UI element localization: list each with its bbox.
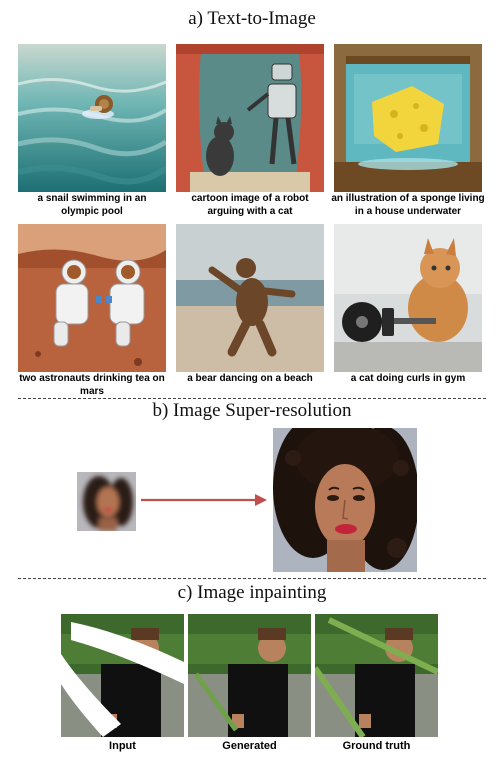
label-input: Input	[109, 740, 136, 752]
super-resolution-arrow	[141, 492, 267, 508]
section-c-title: c) Image inpainting	[177, 582, 327, 603]
section-b-title: b) Image Super-resolution	[152, 400, 352, 421]
section-a-title: a) Text-to-Image	[188, 8, 316, 29]
cat-gym-image	[334, 224, 482, 372]
super-resolved-output-image	[273, 428, 417, 572]
inpainting-input-image	[61, 614, 184, 737]
inpainting-generated-image	[188, 614, 311, 737]
sponge-house-image	[334, 44, 482, 192]
caption-bear: a bear dancing on a beach	[187, 373, 313, 384]
inpainting-ground-truth-image	[315, 614, 438, 737]
caption-astronauts: two astronauts drinking tea on mars	[19, 373, 165, 397]
section-divider-1	[18, 398, 486, 399]
label-ground-truth: Ground truth	[342, 740, 411, 752]
caption-sponge: an illustration of a sponge living in a …	[331, 193, 485, 217]
robot-cat-image	[176, 44, 324, 192]
low-resolution-input-image	[77, 472, 136, 531]
caption-cat-gym: a cat doing curls in gym	[350, 373, 466, 384]
caption-snail: a snail swimming in an olympic pool	[37, 193, 147, 217]
astronauts-mars-image	[18, 224, 166, 372]
snail-pool-image	[18, 44, 166, 192]
section-divider-2	[18, 578, 486, 579]
label-generated: Generated	[222, 740, 277, 752]
bear-beach-image	[176, 224, 324, 372]
caption-robot-cat: cartoon image of a robot arguing with a …	[191, 193, 309, 217]
